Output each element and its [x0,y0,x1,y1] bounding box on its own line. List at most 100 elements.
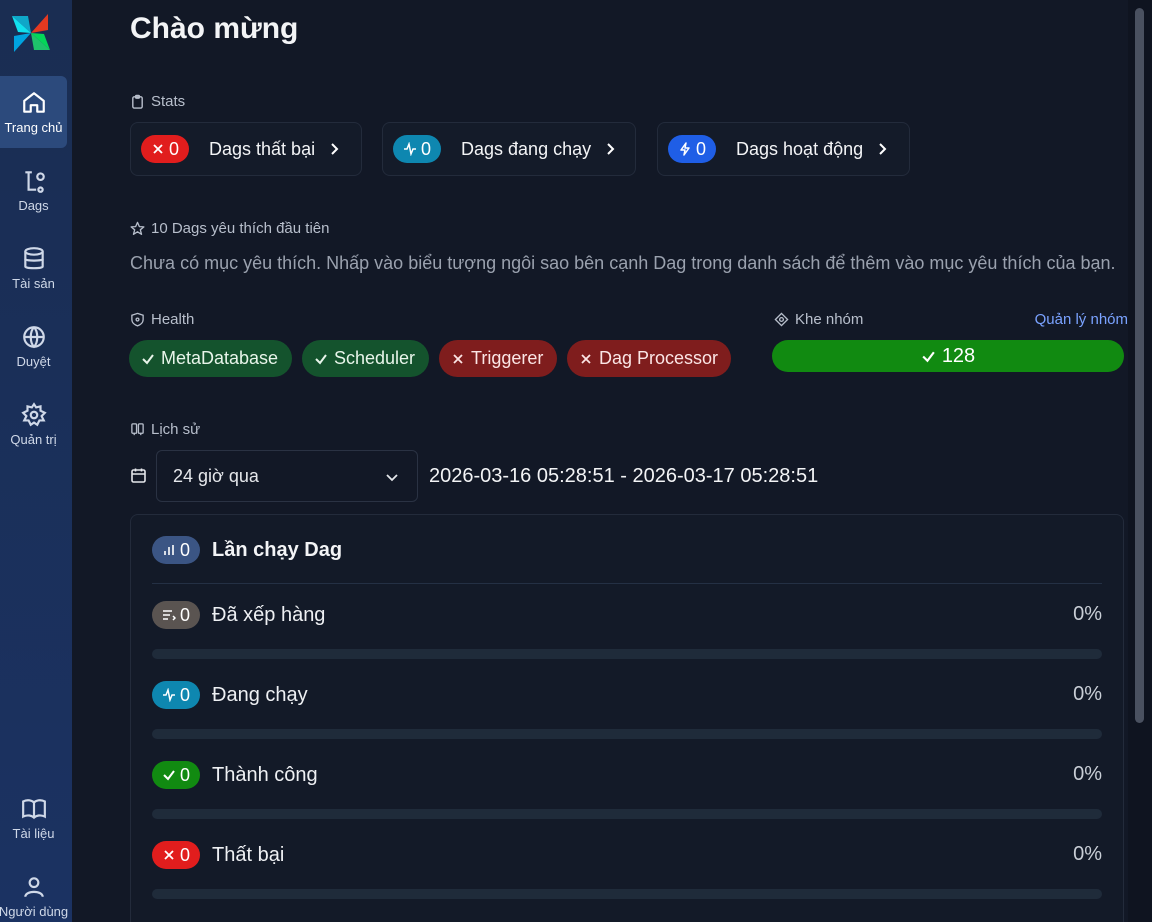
sidebar-item-dags[interactable]: Dags [0,154,67,226]
sidebar: Trang chủ Dags Tài sản Duyệt Quản trị Tà… [0,0,72,922]
sidebar-item-browse[interactable]: Duyệt [0,310,67,382]
active-dags-card[interactable]: 0 Dags hoạt động [657,122,910,176]
dag-runs-count-badge: 0 [152,536,201,564]
failed-dags-count: 0 [169,138,180,159]
stats-section-label: Stats [130,93,185,110]
pool-icon [774,312,789,327]
time-range-select[interactable]: 24 giờ qua [156,450,418,502]
active-dags-label: Dags hoạt động [736,138,864,159]
check-icon [142,353,154,365]
state-row-running[interactable]: 0 Đang chạy 0% [152,681,1102,751]
health-label: Health [151,311,195,328]
state-row-success[interactable]: 0 Thành công 0% [152,761,1102,831]
state-name: Đang chạy [212,683,308,706]
state-name: Thất bại [212,843,285,866]
dags-icon [24,170,45,193]
clipboard-icon [132,94,143,109]
sidebar-item-label: Duyệt [16,353,51,369]
gear-icon [20,401,47,426]
x-icon [164,850,174,860]
scrollbar-thumb[interactable] [1135,8,1144,723]
favorites-empty-text: Chưa có mục yêu thích. Nhấp vào biểu tượ… [130,253,1116,273]
state-count: 0 [180,764,191,785]
app-logo[interactable] [8,10,54,56]
health-badge-dag-processor: Dag Processor [567,340,731,377]
activity-icon [163,688,175,702]
state-row-queued[interactable]: 0 Đã xếp hàng 0% [152,601,1102,671]
state-name: Đã xếp hàng [212,603,326,626]
failed-dags-card[interactable]: 0 Dags thất bại [130,122,362,176]
check-icon [163,770,175,781]
bar-chart-icon [164,545,174,555]
state-row-failed[interactable]: 0 Thất bại 0% [152,841,1102,911]
history-section-label: Lịch sử [130,421,200,438]
running-dags-count: 0 [421,138,432,159]
dag-runs-count: 0 [180,539,191,560]
state-progress-bar [152,729,1102,739]
state-progress-bar [152,809,1102,819]
x-icon [153,144,163,154]
check-icon [315,353,327,365]
zap-icon [680,142,690,156]
active-dags-count-badge: 0 [668,135,717,163]
state-percent: 0% [1073,603,1102,625]
sidebar-item-user[interactable]: Người dùng [0,860,69,922]
active-dags-count: 0 [696,138,707,159]
dag-runs-header: 0 Lần chạy Dag [152,536,342,564]
shield-icon [131,312,144,327]
pools-label: Khe nhóm [795,311,864,328]
scrollbar-track [1128,0,1152,922]
history-label: Lịch sử [151,421,201,438]
globe-icon [22,325,45,348]
home-icon [22,91,45,113]
x-icon [453,353,463,364]
health-badge-label: Triggerer [471,348,544,368]
chevron-down-icon [386,474,398,482]
state-percent: 0% [1073,843,1102,865]
sidebar-item-label: Trang chủ [4,119,63,135]
stats-label: Stats [151,93,186,110]
state-percent: 0% [1073,683,1102,705]
star-icon [130,221,145,235]
queue-icon [163,610,176,621]
health-badge-metadatabase: MetaDatabase [129,340,292,377]
calendar-icon [131,468,146,483]
history-icon [131,423,144,436]
manage-pools-link[interactable]: Quản lý nhóm [1035,311,1128,328]
user-icon [23,876,44,897]
favorites-label: 10 Dags yêu thích đầu tiên [151,220,330,237]
running-dags-card[interactable]: 0 Dags đang chạy [382,122,636,176]
sidebar-item-label: Người dùng [0,903,69,919]
running-dags-label: Dags đang chạy [461,138,592,159]
sidebar-item-label: Tài liệu [12,825,55,841]
favorites-section-label: 10 Dags yêu thích đầu tiên [130,220,329,237]
check-icon [922,351,935,362]
queued-count-badge: 0 [152,601,201,629]
database-icon [23,246,44,269]
state-count: 0 [180,604,191,625]
state-percent: 0% [1073,763,1102,785]
sidebar-item-label: Dags [18,197,49,213]
failed-dags-label: Dags thất bại [209,138,316,159]
sidebar-item-home[interactable]: Trang chủ [0,76,67,148]
dag-runs-title: Lần chạy Dag [212,538,343,561]
sidebar-item-docs[interactable]: Tài liệu [0,782,67,854]
time-range-text: 2026-03-16 05:28:51 - 2026-03-17 05:28:5… [429,465,819,487]
chevron-right-icon [331,143,339,155]
running-dags-count-badge: 0 [393,135,442,163]
running-count-badge: 0 [152,681,201,709]
sidebar-item-label: Tài sản [12,275,55,291]
pool-slots-bar[interactable]: 128 [772,340,1124,372]
book-icon [21,798,46,819]
sidebar-item-assets[interactable]: Tài sản [0,232,67,304]
state-progress-bar [152,889,1102,899]
page-title: Chào mừng [130,12,299,45]
chevron-right-icon [879,143,887,155]
health-section-label: Health [130,311,194,328]
pools-section-label: Khe nhóm [774,311,863,328]
main-content: Chào mừng Stats 0 Dags thất bại 0 Dags đ… [72,0,1128,922]
health-badge-label: Scheduler [334,348,416,368]
sidebar-item-admin[interactable]: Quản trị [0,388,67,460]
failed-dags-count-badge: 0 [141,135,190,163]
health-badge-label: MetaDatabase [161,348,279,368]
